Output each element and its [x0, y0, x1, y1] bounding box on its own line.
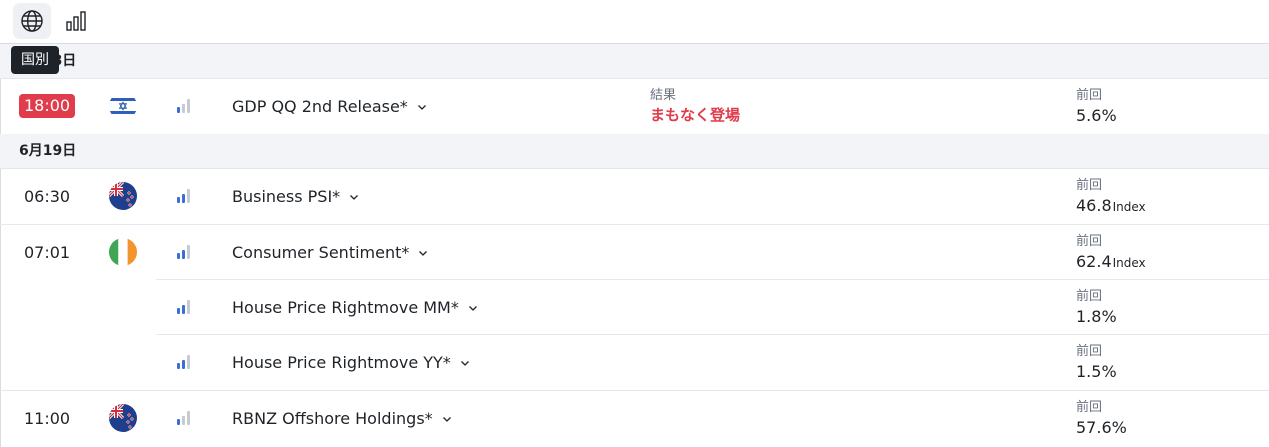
previous-label: 前回: [1076, 234, 1103, 249]
event-name-text: House Price Rightmove YY*: [232, 353, 451, 372]
tooltip: 国別: [11, 46, 59, 74]
event-row[interactable]: 18:00 GDP QQ 2nd Release* 結果 まもなく登場 前回 5…: [0, 79, 1269, 134]
israel-flag-icon: [109, 92, 137, 120]
previous-value: 46.8Index: [1076, 195, 1146, 218]
previous-block: 前回 1.5%: [1076, 343, 1117, 383]
previous-label: 前回: [1076, 344, 1103, 359]
chevron-down-icon: [468, 305, 477, 311]
previous-value: 62.4Index: [1076, 251, 1146, 274]
event-time: 07:01: [24, 243, 71, 262]
previous-value: 1.8%: [1076, 307, 1117, 326]
previous-block: 前回 57.6%: [1076, 399, 1127, 439]
event-name-text: GDP QQ 2nd Release*: [232, 97, 408, 116]
previous-label: 前回: [1076, 178, 1103, 193]
previous-number: 46.8: [1076, 196, 1112, 215]
event-row[interactable]: 07:01 Consumer Sentiment* 前回 62.4Index: [0, 225, 1269, 280]
event-row[interactable]: House Price Rightmove MM* 前回 1.8%: [0, 280, 1269, 335]
event-name[interactable]: House Price Rightmove MM*: [232, 280, 479, 335]
previous-block: 前回 5.6%: [1076, 87, 1117, 127]
importance-button[interactable]: [57, 3, 95, 39]
importance-medium-icon: [177, 189, 191, 203]
previous-label: 前回: [1076, 88, 1103, 103]
globe-button[interactable]: [13, 3, 51, 39]
chevron-down-icon: [419, 250, 428, 256]
event-row[interactable]: 11:00 RBNZ Offshore Holdings* 前回 57.6%: [0, 391, 1269, 446]
previous-label: 前回: [1076, 400, 1103, 415]
date-header: 6月19日: [0, 134, 1269, 169]
importance-low-icon: [177, 99, 191, 113]
result-value: まもなく登場: [650, 106, 741, 124]
chevron-down-icon: [442, 416, 451, 422]
importance-medium-icon: [177, 355, 191, 369]
event-name-text: Business PSI*: [232, 187, 341, 206]
bar-chart-icon: [66, 11, 86, 31]
event-name[interactable]: GDP QQ 2nd Release*: [232, 79, 428, 134]
previous-value: 5.6%: [1076, 106, 1117, 125]
event-time: 11:00: [24, 409, 71, 428]
previous-number: 62.4: [1076, 252, 1112, 271]
new-zealand-flag-icon: [109, 182, 137, 210]
chevron-down-icon: [417, 104, 426, 110]
previous-block: 前回 62.4Index: [1076, 233, 1146, 274]
previous-value: 1.5%: [1076, 362, 1117, 381]
calendar-table: 6月18日 18:00 GDP QQ 2nd Release* 結果 まもなく登…: [0, 44, 1269, 446]
event-row[interactable]: House Price Rightmove YY* 前回 1.5%: [0, 335, 1269, 391]
globe-icon: [21, 10, 43, 32]
event-name[interactable]: House Price Rightmove YY*: [232, 335, 471, 390]
previous-block: 前回 46.8Index: [1076, 177, 1146, 218]
toolbar: [0, 0, 1269, 44]
previous-unit: Index: [1112, 200, 1146, 214]
date-label: 6月19日: [19, 143, 77, 159]
ireland-flag-icon: [109, 238, 137, 266]
event-name[interactable]: Business PSI*: [232, 169, 360, 224]
previous-unit: Index: [1112, 256, 1146, 270]
importance-medium-icon: [177, 300, 191, 314]
event-name[interactable]: RBNZ Offshore Holdings*: [232, 391, 453, 446]
chevron-down-icon: [350, 194, 359, 200]
event-time: 06:30: [24, 187, 71, 206]
importance-medium-icon: [177, 245, 191, 259]
previous-label: 前回: [1076, 289, 1103, 304]
date-header: 6月18日: [0, 44, 1269, 79]
event-row[interactable]: 06:30 Business PSI* 前回 46.8Index: [0, 169, 1269, 225]
previous-block: 前回 1.8%: [1076, 288, 1117, 328]
event-time: 18:00: [19, 94, 76, 118]
event-name-text: House Price Rightmove MM*: [232, 298, 459, 317]
event-name-text: Consumer Sentiment*: [232, 243, 410, 262]
result-label: 結果: [650, 88, 677, 103]
event-name[interactable]: Consumer Sentiment*: [232, 225, 429, 280]
chevron-down-icon: [460, 360, 469, 366]
new-zealand-flag-icon: [109, 404, 137, 432]
previous-value: 57.6%: [1076, 418, 1127, 437]
event-name-text: RBNZ Offshore Holdings*: [232, 409, 433, 428]
importance-low-icon: [177, 411, 191, 425]
result-block: 結果 まもなく登場: [650, 87, 740, 125]
